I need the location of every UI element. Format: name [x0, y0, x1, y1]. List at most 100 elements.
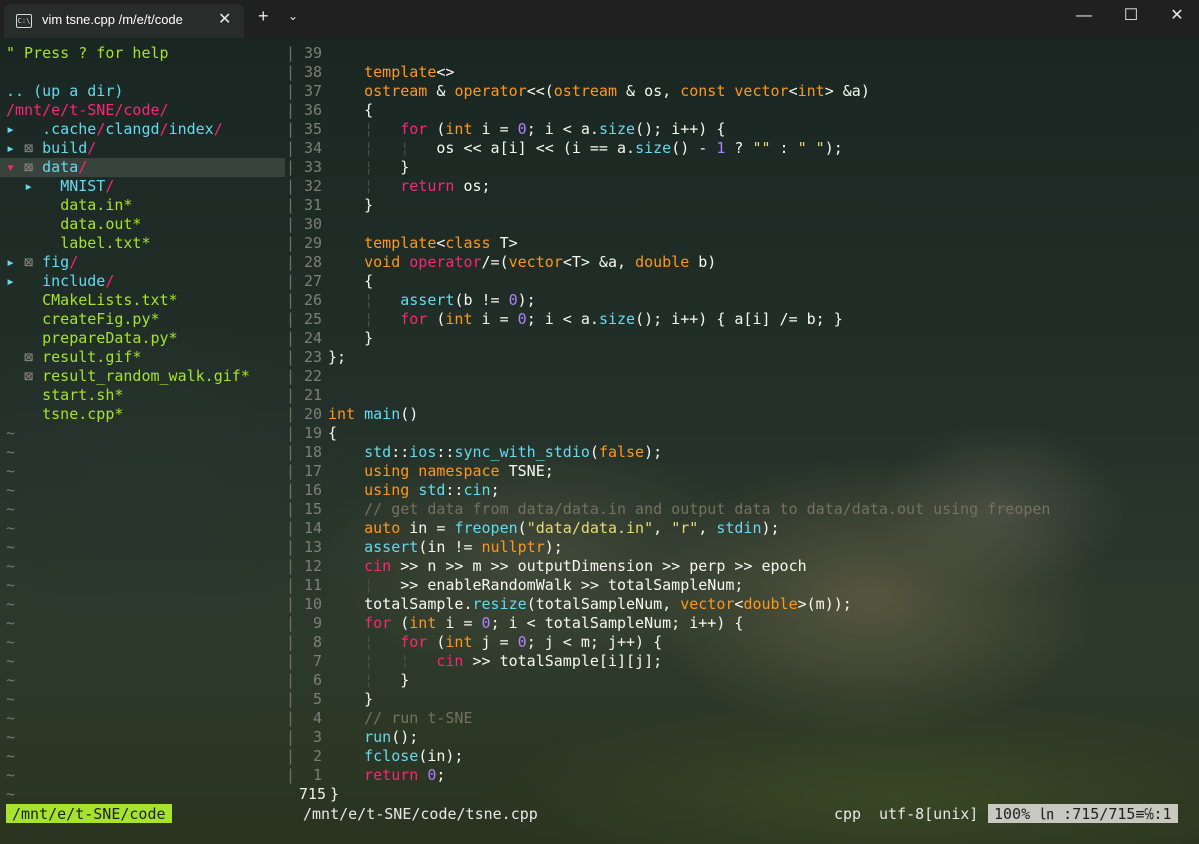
- tree-item[interactable]: ▸ MNIST/: [0, 177, 285, 196]
- code-line[interactable]: | 12 cin >> n >> m >> outputDimension >> …: [286, 557, 1199, 576]
- tree-item[interactable]: ▾ ⊠ data/: [0, 158, 285, 177]
- tree-item[interactable]: createFig.py*: [0, 310, 285, 329]
- tree-item[interactable]: CMakeLists.txt*: [0, 291, 285, 310]
- code-text: template<class T>: [364, 234, 518, 252]
- relative-line-number: 1: [312, 766, 322, 784]
- tree-item[interactable]: ▸ include/: [0, 272, 285, 291]
- code-text: }: [328, 690, 374, 708]
- nerdtree-pane[interactable]: " Press ? for help .. (up a dir) /mnt/e/…: [0, 44, 285, 804]
- tree-item[interactable]: data.out*: [0, 215, 285, 234]
- collapsed-arrow-icon[interactable]: ▸: [6, 120, 24, 138]
- up-dir-link[interactable]: .. (up a dir): [0, 82, 285, 101]
- collapsed-arrow-icon[interactable]: [6, 291, 24, 309]
- code-line[interactable]: | 30: [286, 215, 1199, 234]
- tree-item[interactable]: ▸ .cache/clangd/index/: [0, 120, 285, 139]
- collapsed-arrow-icon[interactable]: ▸: [6, 253, 24, 271]
- minimize-button[interactable]: —: [1064, 4, 1104, 28]
- collapsed-arrow-icon[interactable]: [6, 310, 24, 328]
- code-line[interactable]: | 32 ¦ return os;: [286, 177, 1199, 196]
- code-line[interactable]: | 28 void operator/=(vector<T> &a, double…: [286, 253, 1199, 272]
- tree-item[interactable]: data.in*: [0, 196, 285, 215]
- code-line[interactable]: | 31 }: [286, 196, 1199, 215]
- tree-item[interactable]: start.sh*: [0, 386, 285, 405]
- new-tab-button[interactable]: +: [258, 6, 269, 27]
- tree-item[interactable]: tsne.cpp*: [0, 405, 285, 424]
- collapsed-arrow-icon[interactable]: [6, 405, 24, 423]
- code-line[interactable]: | 4 // run t-SNE: [286, 709, 1199, 728]
- gutter-separator: |: [286, 405, 296, 423]
- collapsed-arrow-icon[interactable]: ▸: [24, 177, 42, 195]
- collapsed-arrow-icon[interactable]: [6, 329, 24, 347]
- code-line[interactable]: | 37 ostream & operator<<(ostream & os, c…: [286, 82, 1199, 101]
- code-line[interactable]: | 18 std::ios::sync_with_stdio(false);: [286, 443, 1199, 462]
- gutter-separator: |: [286, 177, 296, 195]
- maximize-button[interactable]: ☐: [1111, 4, 1151, 28]
- tree-root-path[interactable]: /mnt/e/t-SNE/code/: [0, 101, 285, 120]
- collapsed-arrow-icon[interactable]: [24, 234, 42, 252]
- code-line[interactable]: | 1 return 0;: [286, 766, 1199, 785]
- collapsed-arrow-icon[interactable]: [6, 348, 24, 366]
- code-line[interactable]: | 39: [286, 44, 1199, 63]
- gutter-separator: |: [286, 101, 296, 119]
- git-status-icon: [24, 329, 42, 347]
- code-line[interactable]: | 25 ¦ for (int i = 0; i < a.size(); i++)…: [286, 310, 1199, 329]
- code-line[interactable]: | 9 for (int i = 0; i < totalSampleNum; i…: [286, 614, 1199, 633]
- relative-line-number: 13: [303, 538, 322, 556]
- code-line[interactable]: | 36 {: [286, 101, 1199, 120]
- code-line[interactable]: | 17 using namespace TSNE;: [286, 462, 1199, 481]
- gutter-separator: |: [286, 348, 296, 366]
- close-tab-icon[interactable]: ✕: [218, 9, 231, 29]
- code-line[interactable]: | 23};: [286, 348, 1199, 367]
- code-line[interactable]: | 19 {: [286, 424, 1199, 443]
- code-line[interactable]: | 21: [286, 386, 1199, 405]
- code-line[interactable]: | 35 ¦ for (int i = 0; i < a.size(); i++)…: [286, 120, 1199, 139]
- code-line[interactable]: | 16 using std::cin;: [286, 481, 1199, 500]
- code-line[interactable]: | 26 ¦ assert(b != 0);: [286, 291, 1199, 310]
- terminal-tab[interactable]: C:\ vim tsne.cpp /m/e/t/code ✕: [4, 4, 244, 38]
- collapsed-arrow-icon[interactable]: ▸: [6, 139, 24, 157]
- code-line[interactable]: | 38 template<>: [286, 63, 1199, 82]
- dir-name: /: [69, 253, 79, 271]
- code-line[interactable]: | 29 template<class T>: [286, 234, 1199, 253]
- tree-item[interactable]: ⊠ result.gif*: [0, 348, 285, 367]
- chevron-down-icon[interactable]: ⌄: [288, 9, 298, 23]
- code-line[interactable]: 715}: [286, 785, 1199, 804]
- collapsed-arrow-icon[interactable]: [24, 196, 42, 214]
- code-line[interactable]: | 14 auto in = freopen("data/data.in", "r…: [286, 519, 1199, 538]
- code-line[interactable]: | 13 assert(in != nullptr);: [286, 538, 1199, 557]
- collapsed-arrow-icon[interactable]: ▸: [6, 272, 24, 290]
- tree-item[interactable]: ▸ ⊠ build/: [0, 139, 285, 158]
- code-line[interactable]: | 8 ¦ for (int j = 0; j < m; j++) {: [286, 633, 1199, 652]
- code-line[interactable]: | 24 }: [286, 329, 1199, 348]
- dir-name: /: [87, 139, 97, 157]
- code-line[interactable]: | 27 {: [286, 272, 1199, 291]
- code-line[interactable]: | 2 fclose(in);: [286, 747, 1199, 766]
- code-line[interactable]: | 15 // get data from data/data.in and ou…: [286, 500, 1199, 519]
- code-line[interactable]: | 7 ¦ ¦ cin >> totalSample[i][j];: [286, 652, 1199, 671]
- code-line[interactable]: | 20 int main(): [286, 405, 1199, 424]
- code-text: ¦ assert(b != 0);: [364, 291, 536, 309]
- code-line[interactable]: | 11 ¦ >> enableRandomWalk >> totalSample…: [286, 576, 1199, 595]
- tree-item[interactable]: label.txt*: [0, 234, 285, 253]
- gutter-separator: |: [286, 652, 296, 670]
- tree-item[interactable]: ▸ ⊠ fig/: [0, 253, 285, 272]
- statusline: /mnt/e/t-SNE/code /mnt/e/t-SNE/code/tsne…: [0, 804, 1199, 824]
- code-line[interactable]: | 3 run();: [286, 728, 1199, 747]
- code-line[interactable]: | 10 totalSample.resize(totalSampleNum, v…: [286, 595, 1199, 614]
- code-line[interactable]: | 6 ¦ }: [286, 671, 1199, 690]
- code-line[interactable]: | 33 ¦ }: [286, 158, 1199, 177]
- code-line[interactable]: | 22: [286, 367, 1199, 386]
- code-line[interactable]: | 5 }: [286, 690, 1199, 709]
- code-text: ¦ ¦ os << a[i] << (i == a.size() - 1 ? "…: [364, 139, 843, 157]
- editor-pane[interactable]: | 39 | 38 template<> | 37 ostream & operator<…: [286, 44, 1199, 804]
- tree-item[interactable]: prepareData.py*: [0, 329, 285, 348]
- collapsed-arrow-icon[interactable]: [6, 386, 24, 404]
- code-line[interactable]: | 34 ¦ ¦ os << a[i] << (i == a.size() - 1…: [286, 139, 1199, 158]
- tree-item[interactable]: ⊠ result_random_walk.gif*: [0, 367, 285, 386]
- close-window-button[interactable]: ✕: [1157, 4, 1197, 28]
- dir-name: /: [159, 120, 169, 138]
- relative-line-number: 26: [303, 291, 322, 309]
- expanded-arrow-icon[interactable]: ▾: [6, 158, 24, 176]
- collapsed-arrow-icon[interactable]: [24, 215, 42, 233]
- collapsed-arrow-icon[interactable]: [6, 367, 24, 385]
